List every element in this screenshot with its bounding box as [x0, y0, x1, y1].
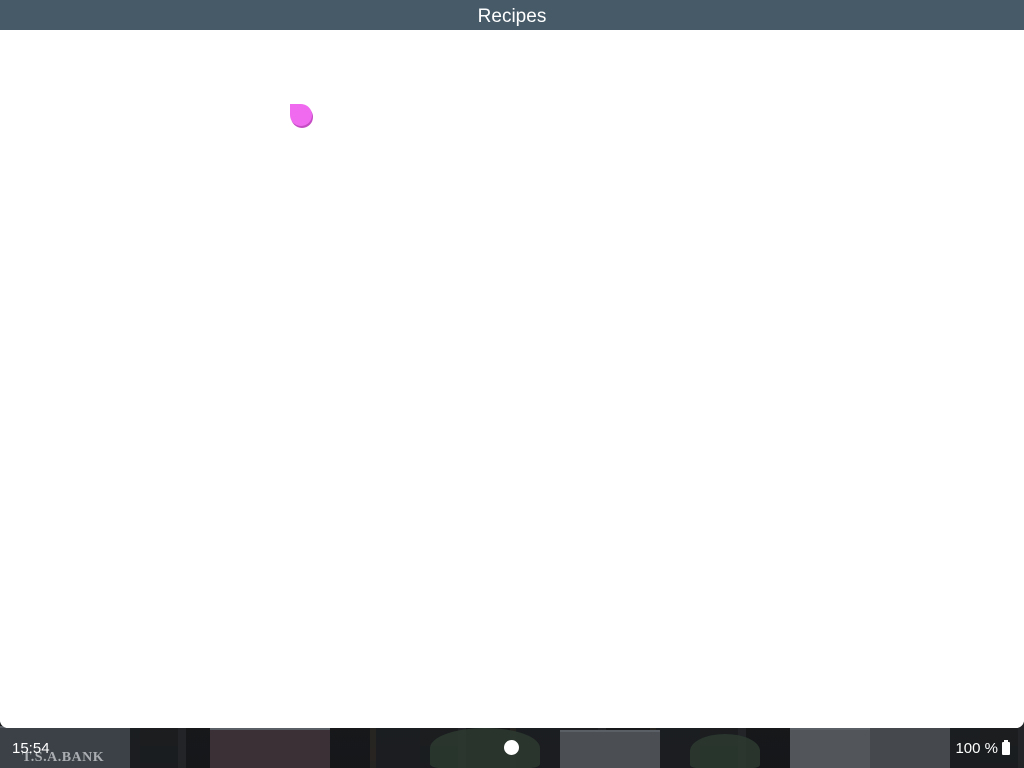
status-time: 15:54	[12, 740, 50, 757]
recipes-app-window: Recipes	[0, 0, 1024, 728]
window-title: Recipes	[477, 6, 547, 27]
touch-indicator-icon	[290, 104, 312, 126]
battery-full-icon	[1002, 740, 1010, 755]
window-title-bar[interactable]: Recipes	[0, 0, 1024, 30]
status-bar: 15:54 100 %	[0, 728, 1024, 768]
app-content-area[interactable]	[0, 30, 1024, 728]
battery-percent: 100 %	[955, 740, 998, 757]
home-dot-icon[interactable]	[504, 740, 519, 755]
battery-status[interactable]: 100 %	[955, 740, 1010, 757]
